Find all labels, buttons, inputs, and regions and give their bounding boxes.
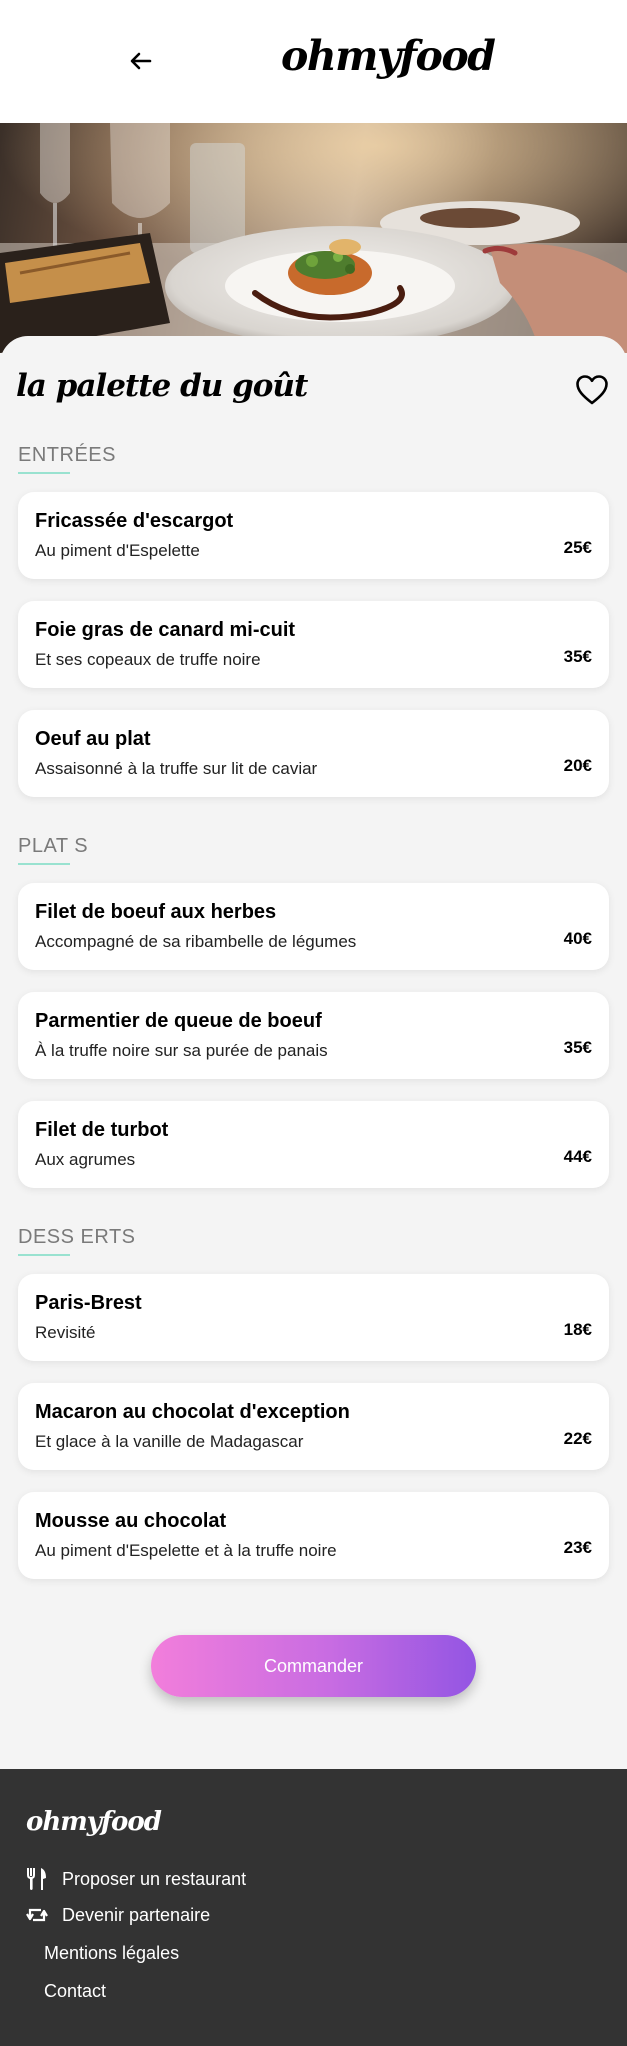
- footer-link-label: Proposer un restaurant: [62, 1869, 247, 1889]
- dish-name: Filet de boeuf aux herbes: [35, 901, 277, 923]
- footer-link-become-partner[interactable]: Devenir partenaire: [26, 1904, 210, 1926]
- dish-name: Parmentier de queue de boeuf: [35, 1010, 322, 1032]
- dish-description: Aux agrumes: [35, 1150, 136, 1169]
- dish-description: Revisité: [35, 1323, 96, 1342]
- section-title-plats: PLAT S: [18, 835, 89, 857]
- section-underline: [18, 472, 70, 474]
- dish-price: 18€: [563, 1320, 592, 1339]
- footer-link-contact[interactable]: Contact: [44, 1980, 106, 2002]
- dish-price: 40€: [563, 929, 592, 948]
- dish-card[interactable]: Filet de boeuf aux herbes Accompagné de …: [18, 883, 609, 970]
- restaurant-name: la palette du goût: [16, 368, 308, 404]
- top-header: ohmyfood: [0, 0, 627, 123]
- section-underline: [18, 863, 70, 865]
- dish-price: 35€: [563, 1038, 592, 1057]
- dish-card[interactable]: Filet de turbot Aux agrumes 44€: [18, 1101, 609, 1188]
- dish-price: 25€: [563, 538, 592, 557]
- dish-price: 20€: [563, 756, 592, 775]
- dish-card[interactable]: Mousse au chocolat Au piment d'Espelette…: [18, 1492, 609, 1579]
- dish-name: Mousse au chocolat: [35, 1510, 227, 1532]
- dish-description: Et glace à la vanille de Madagascar: [35, 1432, 304, 1451]
- dish-name: Filet de turbot: [35, 1119, 169, 1141]
- dish-description: Et ses copeaux de truffe noire: [35, 650, 261, 669]
- dish-description: Assaisonné à la truffe sur lit de caviar: [35, 759, 318, 778]
- dish-name: Paris-Brest: [35, 1292, 142, 1314]
- footer-link-legal-notice[interactable]: Mentions légales: [44, 1942, 179, 1964]
- site-footer: ohmyfood Proposer un restaurant Devenir …: [0, 1769, 627, 2046]
- dish-price: 23€: [563, 1538, 592, 1557]
- footer-logo[interactable]: ohmyfood: [26, 1805, 162, 1839]
- utensils-icon: [26, 1867, 48, 1891]
- dish-card[interactable]: Paris-Brest Revisité 18€: [18, 1274, 609, 1361]
- restaurant-hero-image: [0, 123, 627, 353]
- footer-link-label: Devenir partenaire: [62, 1905, 211, 1925]
- menu-content: la palette du goût ENTRÉES Fricassée d'e…: [0, 336, 627, 1769]
- dish-description: Accompagné de sa ribambelle de légumes: [35, 932, 357, 951]
- retweet-icon: [26, 1905, 48, 1925]
- footer-link-propose-restaurant[interactable]: Proposer un restaurant: [26, 1867, 246, 1891]
- arrow-left-icon[interactable]: [126, 46, 156, 76]
- hero-photo: [0, 123, 627, 353]
- site-logo[interactable]: ohmyfood: [281, 28, 496, 84]
- dish-price: 22€: [563, 1429, 592, 1448]
- order-button[interactable]: Commander: [151, 1635, 476, 1697]
- dish-price: 44€: [563, 1147, 592, 1166]
- dish-name: Fricassée d'escargot: [35, 510, 234, 532]
- dish-card[interactable]: Foie gras de canard mi-cuit Et ses copea…: [18, 601, 609, 688]
- dish-description: Au piment d'Espelette: [35, 541, 200, 560]
- section-title-entrees: ENTRÉES: [18, 444, 116, 466]
- dish-card[interactable]: Parmentier de queue de boeuf À la truffe…: [18, 992, 609, 1079]
- dish-name: Oeuf au plat: [35, 728, 151, 750]
- dish-card[interactable]: Fricassée d'escargot Au piment d'Espelet…: [18, 492, 609, 579]
- dish-name: Foie gras de canard mi-cuit: [35, 619, 296, 641]
- dish-price: 35€: [563, 647, 592, 666]
- dish-description: Au piment d'Espelette et à la truffe noi…: [35, 1541, 337, 1560]
- dish-description: À la truffe noire sur sa purée de panais: [35, 1041, 328, 1060]
- dish-card[interactable]: Oeuf au plat Assaisonné à la truffe sur …: [18, 710, 609, 797]
- dish-name: Macaron au chocolat d'exception: [35, 1401, 350, 1423]
- dish-card[interactable]: Macaron au chocolat d'exception Et glace…: [18, 1383, 609, 1470]
- section-underline: [18, 1254, 70, 1256]
- heart-icon[interactable]: [575, 374, 609, 406]
- section-title-desserts: DESS ERTS: [18, 1226, 136, 1248]
